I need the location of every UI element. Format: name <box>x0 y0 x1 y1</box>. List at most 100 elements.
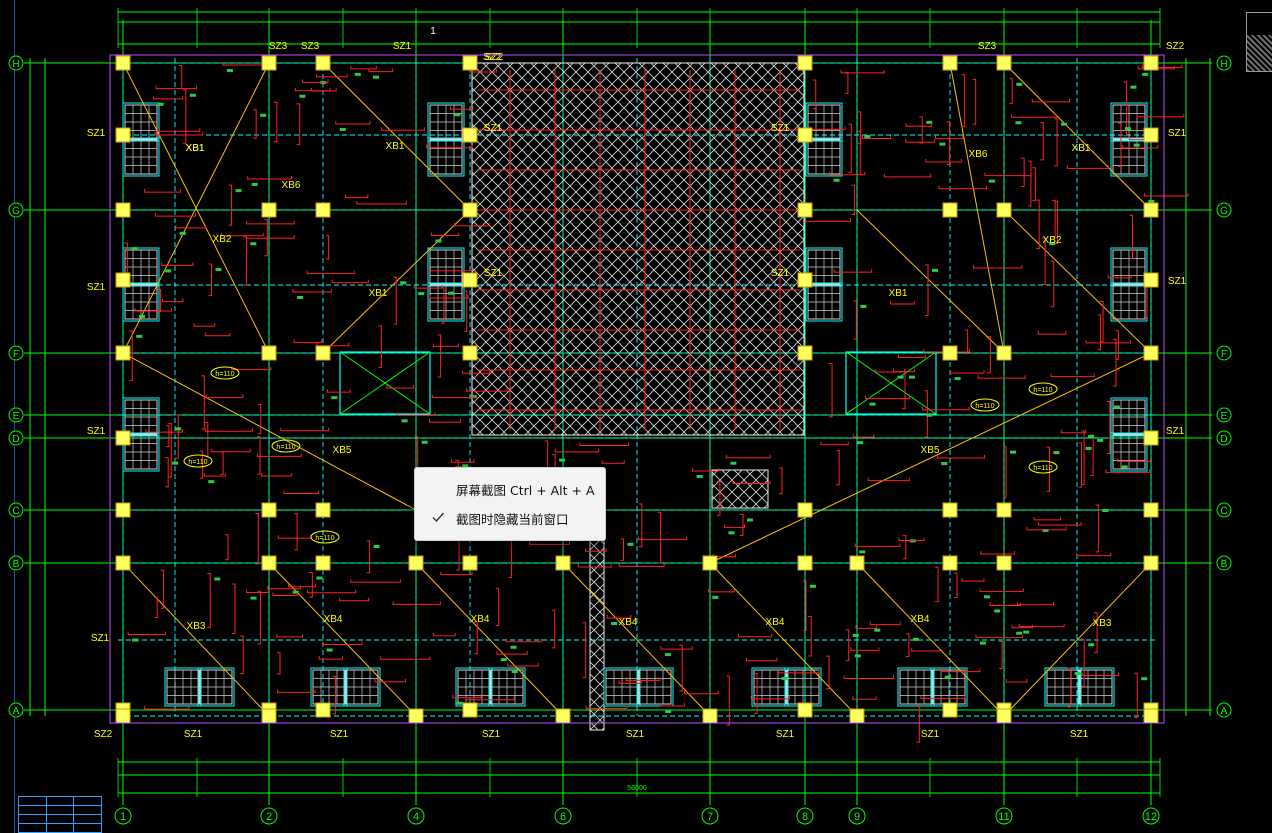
column-block <box>797 55 813 71</box>
rebar-mark <box>579 442 630 447</box>
column-label: SZ1 <box>87 282 106 293</box>
column-block <box>462 202 478 218</box>
rebar-mark <box>437 334 442 378</box>
column-block <box>797 702 813 718</box>
rebar-mark <box>277 535 312 539</box>
rebar-mark <box>925 159 962 163</box>
axis-label-row: D <box>12 434 19 445</box>
rebar-mark <box>256 453 302 457</box>
slab-label: XB2 <box>213 234 232 245</box>
menu-item-hide-window[interactable]: 截图时隐藏当前窗口 <box>415 504 605 532</box>
slab-label: XB6 <box>282 180 301 191</box>
column-block <box>996 708 1012 724</box>
rebar-mark <box>1050 260 1055 308</box>
rebar-mark <box>1037 331 1067 335</box>
dimension-total: 56000 <box>627 785 647 792</box>
axis-label-column: 11 <box>998 811 1009 823</box>
rebar-mark <box>1067 667 1072 708</box>
rebar-mark <box>440 287 445 324</box>
rebar-mark <box>916 704 920 743</box>
rebar-mark <box>829 171 866 176</box>
column-block <box>996 55 1012 71</box>
slab-label: XB2 <box>1043 235 1062 246</box>
rebar-mark <box>725 454 771 459</box>
rebar-mark <box>946 121 951 165</box>
window-grid <box>164 667 202 707</box>
rebar-mark <box>1097 314 1101 351</box>
rebar-tag <box>852 633 859 637</box>
rebar-tag <box>728 531 735 535</box>
rebar-mark <box>1081 638 1085 687</box>
rebar-tag <box>897 375 904 379</box>
rebar-mark <box>738 633 773 638</box>
slab-label: XB4 <box>619 617 638 628</box>
column-block <box>797 555 813 571</box>
menu-item-screenshot[interactable]: 屏幕截图 Ctrl + Alt + A <box>415 475 605 503</box>
rebar-mark <box>1052 199 1056 238</box>
column-block <box>849 555 865 571</box>
rebar-mark <box>1129 214 1133 260</box>
rebar-mark <box>154 596 158 618</box>
rebar-mark <box>220 451 224 475</box>
rebar-tag <box>874 628 881 632</box>
rebar-mark <box>544 440 549 470</box>
rebar-mark <box>318 656 344 660</box>
rebar-tag <box>1016 631 1023 635</box>
rebar-tag <box>860 304 867 308</box>
rebar-tag <box>373 545 380 549</box>
rebar-tag <box>454 113 461 117</box>
window-grid <box>427 282 465 322</box>
column-block <box>261 555 277 571</box>
rebar-mark <box>154 213 197 217</box>
rebar-mark <box>257 404 262 435</box>
window-grid <box>488 667 526 707</box>
cad-drawing-canvas[interactable]: 1 2 4 6 7 8 9 11 12H HG GF FE ED DC CB BA ASZ3 SZ3 SZ1SZ2S… <box>0 0 1272 833</box>
menu-item-hide-window-label: 截图时隐藏当前窗口 <box>456 511 569 527</box>
column-block <box>115 555 131 571</box>
column-label: SZ1 <box>1168 276 1187 287</box>
rebar-mark <box>127 631 166 636</box>
window-grid <box>1077 667 1115 707</box>
rebar-mark <box>356 201 407 205</box>
rebar-mark <box>845 629 850 662</box>
rebar-mark <box>292 288 333 293</box>
column-block <box>702 555 718 571</box>
window-grid <box>1110 247 1148 287</box>
rebar-mark <box>925 264 929 316</box>
rebar-tag <box>983 595 990 599</box>
column-block <box>702 708 718 724</box>
rebar-mark <box>162 298 184 303</box>
rebar-mark <box>980 551 1016 555</box>
rebar-tag <box>1124 127 1131 131</box>
axis-label-row: C <box>12 506 19 517</box>
rebar-mark <box>392 601 441 605</box>
slab-label: XB6 <box>969 149 988 160</box>
window-grid <box>930 667 968 707</box>
rebar-mark <box>1009 78 1013 105</box>
rebar-mark <box>306 270 355 275</box>
rebar-mark <box>1090 434 1094 477</box>
rebar-mark <box>440 571 473 576</box>
rebar-mark <box>309 572 313 598</box>
column-block <box>1143 502 1159 518</box>
axis-label-column: 6 <box>560 811 566 823</box>
window-grid <box>784 667 822 707</box>
rebar-tag <box>235 189 242 193</box>
rebar-tag <box>165 269 172 273</box>
column-block <box>797 502 813 518</box>
rebar-mark <box>350 65 377 70</box>
rebar-mark <box>911 648 940 652</box>
column-block <box>942 555 958 571</box>
rebar-tag <box>1074 672 1081 676</box>
rebar-mark <box>280 427 330 432</box>
rebar-mark <box>848 123 852 173</box>
rebar-tag <box>189 93 196 97</box>
slab-diagonal <box>949 62 1005 354</box>
column-block <box>261 55 277 71</box>
slab-label: XB1 <box>186 143 205 154</box>
axis-label-row: B <box>1221 559 1228 570</box>
rebar-tag <box>1141 677 1148 681</box>
column-block <box>996 502 1012 518</box>
slab-label: XB4 <box>471 614 490 625</box>
rebar-mark <box>554 448 600 453</box>
